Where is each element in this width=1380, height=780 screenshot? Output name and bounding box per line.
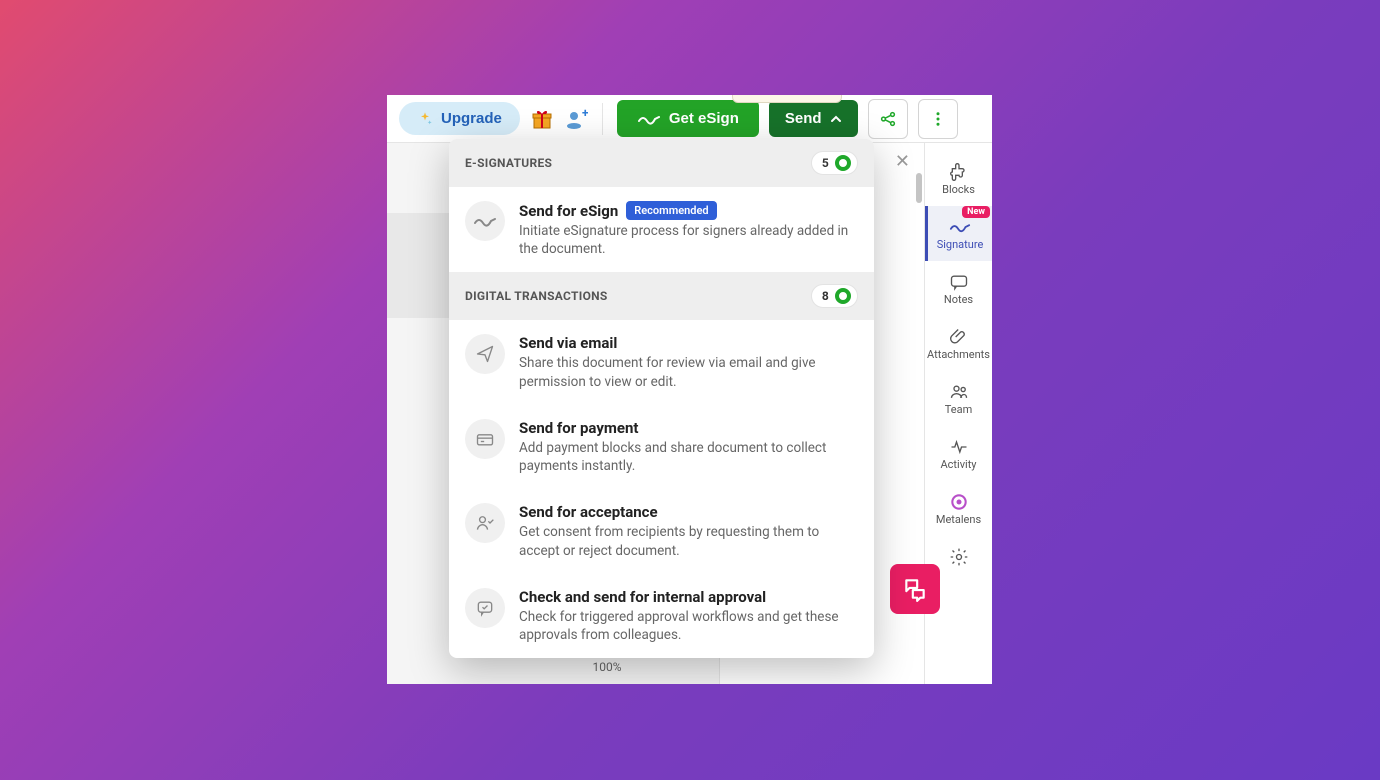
payment-icon <box>465 419 505 459</box>
item-title: Check and send for internal approval <box>519 588 766 606</box>
signature-icon <box>637 113 661 125</box>
send-button[interactable]: Send <box>769 100 858 137</box>
sidebar-label: Attachments <box>927 348 990 361</box>
section-title: DIGITAL TRANSACTIONS <box>465 289 608 303</box>
gear-icon <box>948 546 970 568</box>
section-header-esignatures: E-SIGNATURES 5 <box>449 139 874 187</box>
dropdown-item-send-for-acceptance[interactable]: Send for acceptance Get consent from rec… <box>449 489 874 573</box>
dropdown-item-internal-approval[interactable]: Check and send for internal approval Che… <box>449 574 874 658</box>
paperclip-icon <box>948 326 970 348</box>
item-title: Send via email <box>519 334 617 352</box>
count-pill: 5 <box>811 151 858 175</box>
share-icon <box>879 110 897 128</box>
sparkle-icon <box>417 111 433 127</box>
send-label: Send <box>785 110 822 127</box>
team-icon <box>948 381 970 403</box>
more-button[interactable] <box>918 99 958 139</box>
chat-bubbles-icon <box>902 576 928 602</box>
paper-plane-icon <box>465 334 505 374</box>
svg-text:+: + <box>582 107 588 120</box>
section-header-digital-transactions: DIGITAL TRANSACTIONS 8 <box>449 272 874 320</box>
add-user-icon[interactable]: + <box>564 107 588 131</box>
dropdown-item-send-for-esign[interactable]: Send for eSign Recommended Initiate eSig… <box>449 187 874 272</box>
sidebar-item-activity[interactable]: Activity <box>925 426 992 481</box>
app-frame: Upgrade + Get eSign Send + 100% <box>387 95 992 684</box>
count-value: 5 <box>822 156 829 170</box>
item-desc: Add payment blocks and share document to… <box>519 439 858 475</box>
sidebar-label: Team <box>945 403 973 416</box>
sidebar-label: Activity <box>940 458 976 471</box>
more-vertical-icon <box>929 110 947 128</box>
signature-circle-icon <box>465 201 505 241</box>
sidebar-item-blocks[interactable]: Blocks <box>925 151 992 206</box>
signature-icon <box>949 216 971 238</box>
sidebar-label: Signature <box>937 238 984 251</box>
chat-icon <box>948 271 970 293</box>
user-check-icon <box>465 503 505 543</box>
toolbar-divider <box>602 103 603 135</box>
get-esign-label: Get eSign <box>669 110 739 127</box>
section-title: E-SIGNATURES <box>465 156 552 170</box>
upgrade-button[interactable]: Upgrade <box>399 102 520 135</box>
sidebar-item-notes[interactable]: Notes <box>925 261 992 316</box>
toolbar: Upgrade + Get eSign Send <box>387 95 992 143</box>
sidebar-item-attachments[interactable]: Attachments <box>925 316 992 371</box>
ring-icon <box>835 288 851 304</box>
get-esign-button[interactable]: Get eSign <box>617 100 759 137</box>
count-value: 8 <box>822 289 829 303</box>
zoom-level: 100% <box>592 660 621 674</box>
dropdown-item-send-via-email[interactable]: Send via email Share this document for r… <box>449 320 874 404</box>
upgrade-label: Upgrade <box>441 110 502 127</box>
puzzle-icon <box>948 161 970 183</box>
sidebar-label: Metalens <box>936 513 981 526</box>
item-title: Send for eSign <box>519 202 618 220</box>
sidebar-item-signature[interactable]: New Signature <box>925 206 992 261</box>
new-badge: New <box>962 206 990 218</box>
item-desc: Check for triggered approval workflows a… <box>519 608 858 644</box>
metalens-icon <box>948 491 970 513</box>
item-title: Send for payment <box>519 419 638 437</box>
share-button[interactable] <box>868 99 908 139</box>
dropdown-item-send-for-payment[interactable]: Send for payment Add payment blocks and … <box>449 405 874 489</box>
recommended-badge: Recommended <box>626 201 716 220</box>
item-title: Send for acceptance <box>519 503 658 521</box>
sidebar-item-metalens[interactable]: Metalens <box>925 481 992 536</box>
chevron-up-icon <box>830 113 842 125</box>
approval-icon <box>465 588 505 628</box>
gift-icon[interactable] <box>530 107 554 131</box>
sidebar-label: Blocks <box>942 183 975 196</box>
close-icon[interactable]: ✕ <box>895 151 910 172</box>
item-desc: Initiate eSignature process for signers … <box>519 222 858 258</box>
name-input-field[interactable]: Name <box>732 95 842 103</box>
count-pill: 8 <box>811 284 858 308</box>
item-desc: Share this document for review via email… <box>519 354 858 390</box>
sidebar-item-team[interactable]: Team <box>925 371 992 426</box>
ring-icon <box>835 155 851 171</box>
chat-fab[interactable] <box>890 564 940 614</box>
sidebar-label: Notes <box>944 293 973 306</box>
item-desc: Get consent from recipients by requestin… <box>519 523 858 559</box>
send-dropdown: E-SIGNATURES 5 Send for eSign Recommende… <box>449 139 874 658</box>
activity-icon <box>948 436 970 458</box>
